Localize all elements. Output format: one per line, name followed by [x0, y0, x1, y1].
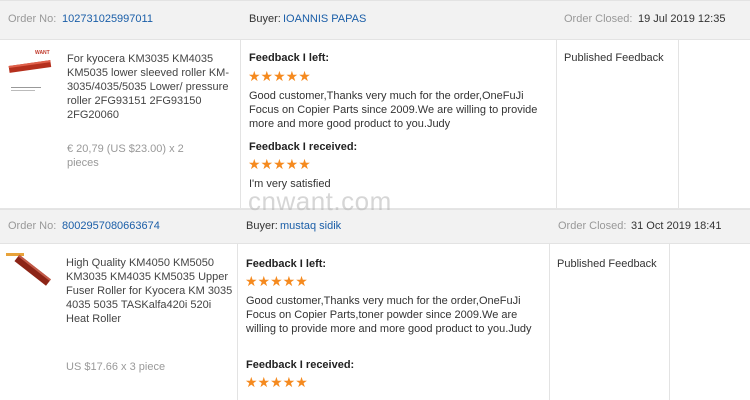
order-number-link[interactable]: 8002957080663674 — [62, 220, 160, 232]
feedback-received-stars-icon: ★★★★★ — [248, 156, 311, 172]
product-price: € 20,79 (US $23.00) x 2 pieces — [67, 143, 184, 169]
feedback-left-title: Feedback I left: — [246, 258, 327, 270]
buyer-name-link[interactable]: mustaq sidik — [280, 220, 341, 232]
product-image[interactable] — [5, 251, 53, 299]
order-closed-date: 31 Oct 2019 18:41 — [631, 220, 722, 232]
product-image[interactable]: WANT — [7, 47, 55, 95]
feedback-received-title: Feedback I received: — [249, 141, 358, 153]
buyer-label: Buyer: — [246, 220, 278, 232]
feedback-status: Published Feedback — [557, 258, 657, 270]
watermark: cnwant.com — [248, 186, 392, 216]
product-title-link[interactable]: High Quality KM4050 KM5050 KM3035 KM4035… — [66, 256, 234, 326]
product-image-label: WANT — [35, 50, 50, 56]
order-row: WANT For kyocera KM3035 KM4035 KM5035 lo… — [0, 39, 750, 209]
order-number-label: Order No: — [8, 220, 57, 232]
order-closed-label: Order Closed: — [558, 220, 627, 232]
buyer-label: Buyer: — [249, 13, 281, 25]
feedback-left-text: Good customer,Thanks very much for the o… — [249, 90, 538, 130]
feedback-received-title: Feedback I received: — [246, 359, 355, 371]
product-price: US $17.66 x 3 piece — [66, 361, 166, 373]
order-number-link[interactable]: 102731025997011 — [62, 13, 153, 25]
order-closed-date: 19 Jul 2019 12:35 — [638, 13, 726, 25]
feedback-status: Published Feedback — [564, 52, 664, 64]
order-closed-label: Order Closed: — [564, 13, 633, 25]
feedback-left-text: Good customer,Thanks very much for the o… — [246, 295, 532, 335]
product-title-link[interactable]: For kyocera KM3035 KM4035 KM5035 lower s… — [67, 52, 237, 122]
buyer-name-link[interactable]: IOANNIS PAPAS — [283, 13, 366, 25]
feedback-left-stars-icon: ★★★★★ — [248, 68, 311, 84]
order-header: Order No: 102731025997011 Buyer: IOANNIS… — [0, 0, 750, 40]
order-row: High Quality KM4050 KM5050 KM3035 KM4035… — [0, 243, 750, 400]
feedback-received-stars-icon: ★★★★★ — [245, 374, 308, 390]
feedback-left-title: Feedback I left: — [249, 52, 330, 64]
feedback-left-stars-icon: ★★★★★ — [245, 273, 308, 289]
order-number-label: Order No: — [8, 13, 57, 25]
